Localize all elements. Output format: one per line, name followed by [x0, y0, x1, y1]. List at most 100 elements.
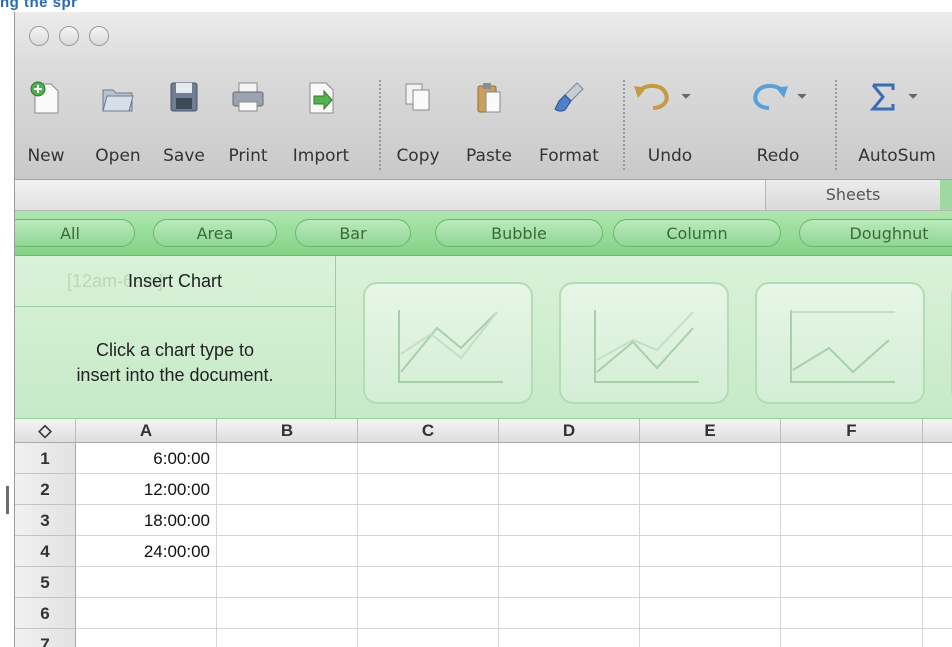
chart-tab-bubble[interactable]: Bubble [435, 219, 603, 247]
cell-g7[interactable] [923, 629, 952, 647]
format-button[interactable]: Format [527, 74, 611, 174]
cell-d1[interactable] [499, 443, 640, 474]
row-header-1[interactable]: 1 [15, 443, 76, 474]
cell-b4[interactable] [217, 536, 358, 567]
cell-g2[interactable] [923, 474, 952, 505]
toolbar-separator [379, 80, 381, 170]
chart-tab-column[interactable]: Column [613, 219, 781, 247]
column-header-a[interactable]: A [76, 419, 217, 443]
cell-d7[interactable] [499, 629, 640, 647]
open-button[interactable]: Open [85, 74, 151, 174]
printer-icon [232, 82, 264, 112]
cell-b3[interactable] [217, 505, 358, 536]
column-header-g[interactable] [923, 419, 952, 443]
cell-g4[interactable] [923, 536, 952, 567]
cell-d3[interactable] [499, 505, 640, 536]
chart-tab-area[interactable]: Area [153, 219, 277, 247]
cell-d6[interactable] [499, 598, 640, 629]
cell-e5[interactable] [640, 567, 781, 598]
chart-tab-bar[interactable]: Bar [295, 219, 411, 247]
line-chart-thumbnail-2[interactable] [559, 282, 729, 404]
cell-c1[interactable] [358, 443, 499, 474]
cell-a2[interactable]: 12:00:00 [76, 474, 217, 505]
cell-e7[interactable] [640, 629, 781, 647]
cell-g5[interactable] [923, 567, 952, 598]
line-chart-thumbnail-1[interactable] [363, 282, 533, 404]
cell-e3[interactable] [640, 505, 781, 536]
chart-tab-all[interactable]: All [15, 219, 135, 247]
charts-tab-edge[interactable] [940, 180, 952, 210]
cell-f6[interactable] [781, 598, 923, 629]
cell-f2[interactable] [781, 474, 923, 505]
cell-a1[interactable]: 6:00:00 [76, 443, 217, 474]
cell-e6[interactable] [640, 598, 781, 629]
cell-f7[interactable] [781, 629, 923, 647]
folder-open-icon [102, 89, 134, 112]
copy-label: Copy [396, 146, 440, 166]
import-button[interactable]: Import [281, 74, 361, 174]
cell-b1[interactable] [217, 443, 358, 474]
redo-button[interactable]: Redo [741, 74, 815, 174]
zoom-window-button[interactable] [89, 26, 109, 46]
cell-b5[interactable] [217, 567, 358, 598]
cell-b2[interactable] [217, 474, 358, 505]
column-header-f[interactable]: F [781, 419, 923, 443]
insert-chart-title-text: Insert Chart [127, 271, 223, 291]
row-header-2[interactable]: 2 [15, 474, 76, 505]
new-button[interactable]: New [15, 74, 77, 174]
print-button[interactable]: Print [217, 74, 279, 174]
cell-e1[interactable] [640, 443, 781, 474]
cell-a6[interactable] [76, 598, 217, 629]
background-doc-text: ng the spr [0, 0, 78, 11]
cell-a3[interactable]: 18:00:00 [76, 505, 217, 536]
cell-e2[interactable] [640, 474, 781, 505]
cell-c5[interactable] [358, 567, 499, 598]
standard-toolbar: New Open Save Print Import Copy Paste Fo… [15, 64, 952, 180]
cell-c7[interactable] [358, 629, 499, 647]
cell-a4[interactable]: 24:00:00 [76, 536, 217, 567]
select-all-corner[interactable]: ◇ [15, 419, 76, 443]
line-chart-thumbnail-3[interactable] [755, 282, 925, 404]
cell-g1[interactable] [923, 443, 952, 474]
row-header-3[interactable]: 3 [15, 505, 76, 536]
cell-c2[interactable] [358, 474, 499, 505]
cell-f3[interactable] [781, 505, 923, 536]
insert-chart-panel: [12am-6am] Insert Chart Click a chart ty… [15, 256, 336, 418]
cell-g6[interactable] [923, 598, 952, 629]
column-header-c[interactable]: C [358, 419, 499, 443]
copy-button[interactable]: Copy [385, 74, 451, 174]
row-header-7[interactable]: 7 [15, 629, 76, 647]
cell-a5[interactable] [76, 567, 217, 598]
column-header-b[interactable]: B [217, 419, 358, 443]
cell-f5[interactable] [781, 567, 923, 598]
row-header-4[interactable]: 4 [15, 536, 76, 567]
paste-button[interactable]: Paste [455, 74, 523, 174]
cell-d2[interactable] [499, 474, 640, 505]
undo-button[interactable]: Undo [627, 74, 713, 174]
sheets-tab[interactable]: Sheets [765, 180, 941, 210]
cell-f1[interactable] [781, 443, 923, 474]
cell-d5[interactable] [499, 567, 640, 598]
row-header-5[interactable]: 5 [15, 567, 76, 598]
minimize-window-button[interactable] [59, 26, 79, 46]
cell-c3[interactable] [358, 505, 499, 536]
close-window-button[interactable] [29, 26, 49, 46]
column-header-d[interactable]: D [499, 419, 640, 443]
cell-e4[interactable] [640, 536, 781, 567]
save-button[interactable]: Save [153, 74, 215, 174]
cell-g3[interactable] [923, 505, 952, 536]
cell-a7[interactable] [76, 629, 217, 647]
cell-b6[interactable] [217, 598, 358, 629]
row-header-6[interactable]: 6 [15, 598, 76, 629]
import-label: Import [292, 146, 350, 166]
paste-clipboard-icon [477, 83, 501, 113]
chart-tab-doughnut[interactable]: Doughnut [799, 219, 952, 247]
autosum-button[interactable]: AutoSum [841, 74, 952, 174]
cell-c4[interactable] [358, 536, 499, 567]
cell-b7[interactable] [217, 629, 358, 647]
cell-f4[interactable] [781, 536, 923, 567]
open-label: Open [95, 146, 141, 166]
cell-c6[interactable] [358, 598, 499, 629]
cell-d4[interactable] [499, 536, 640, 567]
column-header-e[interactable]: E [640, 419, 781, 443]
